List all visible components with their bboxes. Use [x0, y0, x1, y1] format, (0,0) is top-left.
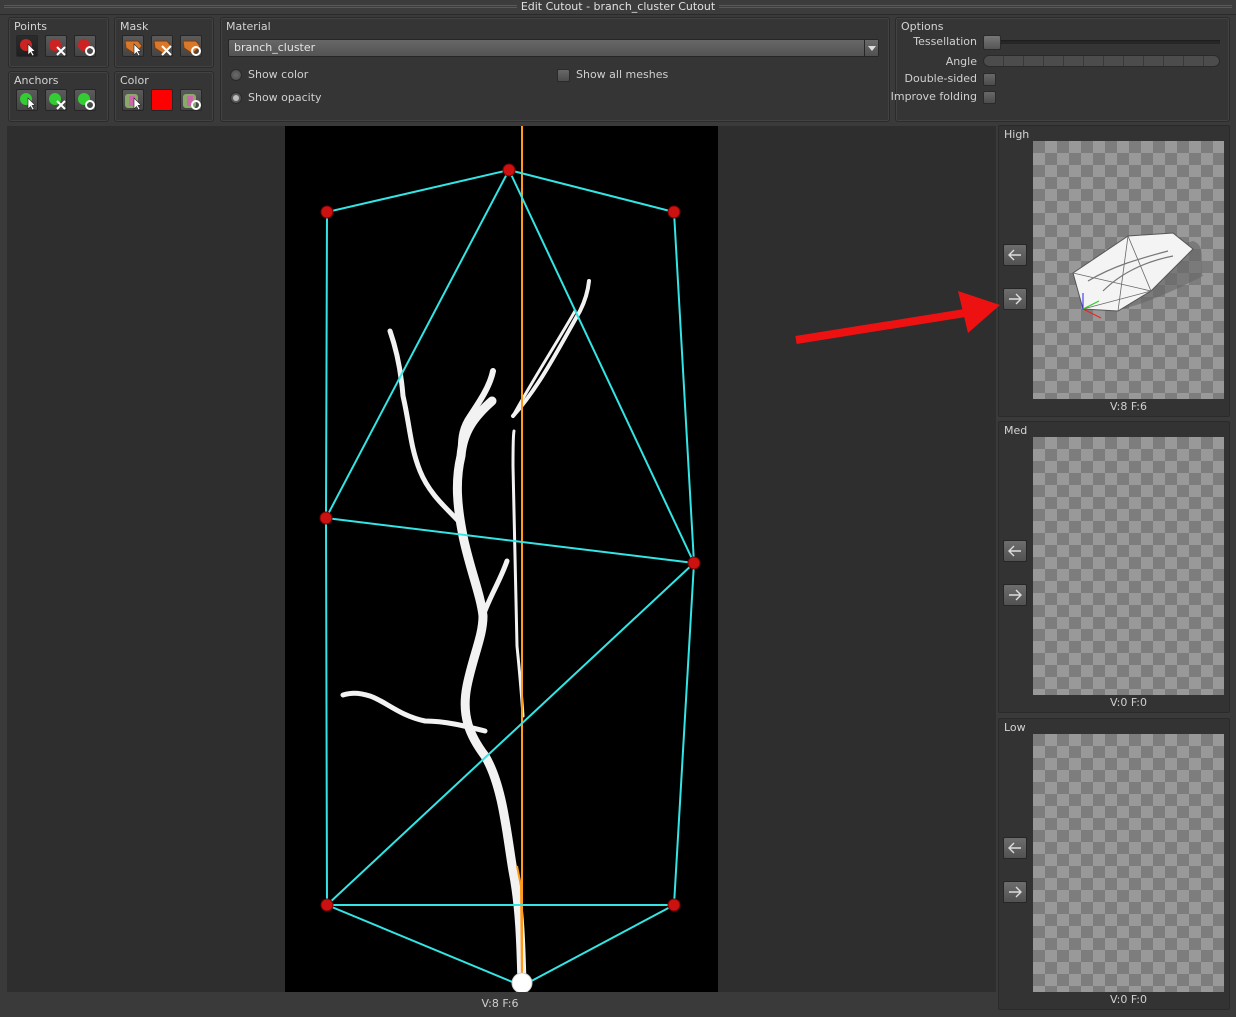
lod-high-stats: V:8 F:6	[1109, 400, 1147, 413]
color-picker-icon	[125, 94, 142, 111]
tessellation-label: Tessellation	[913, 35, 977, 48]
show-color-radio[interactable]	[230, 69, 242, 81]
lod-label: Med	[1004, 424, 1028, 437]
tessellation-slider-handle[interactable]	[983, 35, 1001, 50]
delete-point-button[interactable]	[45, 35, 67, 57]
reset-mask-icon	[182, 40, 201, 56]
material-dropdown-value: branch_cluster	[234, 41, 316, 54]
add-point-button[interactable]	[16, 35, 38, 57]
lod-panel-low: Low V:0 F:0	[998, 718, 1230, 1010]
double-sided-checkbox[interactable]	[983, 73, 996, 86]
lod-high-preview[interactable]	[1033, 141, 1224, 399]
anchor-point[interactable]	[511, 972, 533, 994]
lod-panel-med: Med V:0 F:0	[998, 421, 1230, 713]
hull-point[interactable]	[320, 898, 334, 912]
double-sided-label: Double-sided	[904, 72, 977, 85]
arrow-right-icon	[1009, 293, 1022, 305]
paint-mask-button[interactable]	[122, 35, 144, 57]
reset-anchor-icon	[78, 93, 95, 110]
texture-canvas[interactable]	[285, 126, 718, 994]
options-group: Options	[895, 17, 1230, 122]
lod-med-right-button[interactable]	[1003, 584, 1027, 606]
title-grip	[4, 5, 524, 9]
color-swatch[interactable]	[151, 89, 173, 111]
hull-points[interactable]	[319, 163, 701, 912]
mesh-preview	[1072, 232, 1203, 319]
delete-anchor-button[interactable]	[45, 89, 67, 111]
arrow-left-icon	[1008, 249, 1021, 261]
annotation-arrow	[795, 291, 1000, 344]
lod-high-right-button[interactable]	[1003, 288, 1027, 310]
reset-color-button[interactable]	[180, 89, 202, 111]
lod-label: High	[1004, 128, 1030, 141]
lod-low-stats: V:0 F:0	[1109, 993, 1147, 1006]
paint-mask-icon	[124, 40, 143, 57]
material-label: Material	[226, 20, 271, 33]
viewport-stats: V:8 F:6	[481, 997, 519, 1010]
lod-low-preview[interactable]	[1033, 734, 1224, 992]
add-anchor-icon	[20, 93, 36, 111]
improve-folding-checkbox[interactable]	[983, 91, 996, 104]
reset-color-icon	[183, 94, 201, 110]
material-group: Material	[220, 17, 890, 122]
reset-anchor-button[interactable]	[74, 89, 96, 111]
reset-point-icon	[78, 39, 95, 56]
color-label: Color	[120, 74, 149, 87]
lod-panel-high: High V:8 F:6	[998, 125, 1230, 417]
tessellation-slider-track[interactable]	[983, 40, 1220, 44]
delete-anchor-icon	[49, 93, 66, 110]
hull-point[interactable]	[667, 205, 681, 219]
lod-med-preview[interactable]	[1033, 437, 1224, 695]
hull-point[interactable]	[667, 898, 681, 912]
lod-low-right-button[interactable]	[1003, 881, 1027, 903]
anchors-label: Anchors	[14, 74, 59, 87]
title-grip	[712, 5, 1232, 9]
erase-mask-button[interactable]	[151, 35, 173, 57]
add-point-icon	[20, 39, 36, 57]
material-dropdown[interactable]: branch_cluster	[228, 39, 879, 57]
mask-label: Mask	[120, 20, 149, 33]
erase-mask-icon	[153, 40, 172, 56]
lod-label: Low	[1004, 721, 1026, 734]
angle-label: Angle	[945, 55, 977, 68]
improve-folding-label: Improve folding	[890, 90, 977, 103]
lod-low-left-button[interactable]	[1003, 837, 1027, 859]
hull-point[interactable]	[320, 205, 334, 219]
delete-point-icon	[49, 39, 66, 56]
reset-point-button[interactable]	[74, 35, 96, 57]
arrow-right-icon	[1009, 886, 1022, 898]
hull-point[interactable]	[319, 511, 333, 525]
chevron-down-icon[interactable]	[864, 40, 878, 56]
reset-mask-button[interactable]	[180, 35, 202, 57]
options-label: Options	[901, 20, 944, 33]
hull-point[interactable]	[502, 163, 516, 177]
show-color-label: Show color	[248, 68, 309, 81]
points-label: Points	[14, 20, 48, 33]
color-picker-button[interactable]	[122, 89, 144, 111]
hull-point[interactable]	[687, 556, 701, 570]
add-anchor-button[interactable]	[16, 89, 38, 111]
branch-texture	[340, 279, 591, 989]
show-all-meshes-label: Show all meshes	[576, 68, 669, 81]
arrow-left-icon	[1008, 842, 1021, 854]
show-all-meshes-checkbox[interactable]	[557, 69, 570, 82]
arrow-right-icon	[1009, 589, 1022, 601]
window-title: Edit Cutout - branch_cluster Cutout	[516, 0, 720, 13]
lod-high-left-button[interactable]	[1003, 244, 1027, 266]
show-opacity-radio[interactable]	[230, 92, 242, 104]
arrow-left-icon	[1008, 545, 1021, 557]
lod-med-left-button[interactable]	[1003, 540, 1027, 562]
window-titlebar: Edit Cutout - branch_cluster Cutout	[0, 0, 1236, 15]
angle-slider[interactable]	[983, 55, 1220, 67]
lod-med-stats: V:0 F:0	[1109, 696, 1147, 709]
cutout-overlay	[319, 126, 701, 994]
show-opacity-label: Show opacity	[248, 91, 322, 104]
